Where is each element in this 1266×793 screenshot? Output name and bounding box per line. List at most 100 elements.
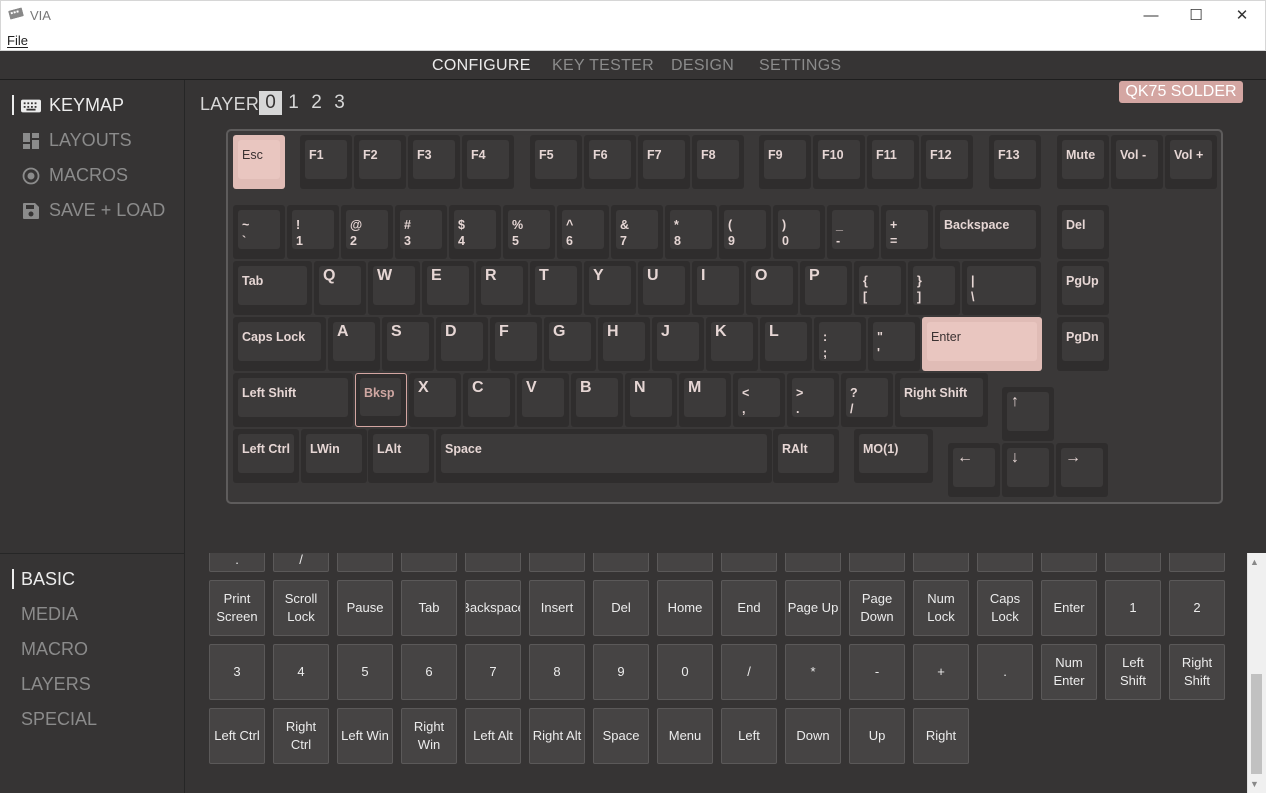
keycode-button[interactable]: Left bbox=[721, 708, 777, 764]
key-x[interactable]: X bbox=[409, 373, 461, 427]
keycode-button[interactable]: Down bbox=[785, 708, 841, 764]
keycode-button[interactable]: 9 bbox=[593, 644, 649, 700]
key-3[interactable]: # 3 bbox=[395, 205, 447, 259]
key-f8[interactable]: F8 bbox=[692, 135, 744, 189]
keycode-button[interactable] bbox=[1169, 553, 1225, 572]
key-bksp[interactable]: Bksp bbox=[355, 373, 407, 427]
sidebar-item-macros[interactable]: MACROS bbox=[21, 165, 128, 186]
keycode-button[interactable]: Left Ctrl bbox=[209, 708, 265, 764]
keycode-button[interactable]: Backspace bbox=[465, 580, 521, 636]
key-f1[interactable]: F1 bbox=[300, 135, 352, 189]
key-sym-44[interactable]: } ] bbox=[908, 261, 960, 315]
key-backspace[interactable]: Backspace bbox=[935, 205, 1041, 259]
key-vol[interactable]: Vol + bbox=[1165, 135, 1217, 189]
keycode-button[interactable]: 3 bbox=[209, 644, 265, 700]
key-f12[interactable]: F12 bbox=[921, 135, 973, 189]
scroll-down-arrow-icon[interactable]: ▼ bbox=[1250, 779, 1259, 789]
keycode-button[interactable]: Left Alt bbox=[465, 708, 521, 764]
keycode-button[interactable]: / bbox=[721, 644, 777, 700]
key-left-ctrl[interactable]: Left Ctrl bbox=[233, 429, 299, 483]
keycode-button[interactable]: * bbox=[785, 644, 841, 700]
keycode-button[interactable]: / bbox=[273, 553, 329, 572]
key-t[interactable]: T bbox=[530, 261, 582, 315]
key-f3[interactable]: F3 bbox=[408, 135, 460, 189]
keycode-button[interactable]: 4 bbox=[273, 644, 329, 700]
keycode-button[interactable] bbox=[337, 553, 393, 572]
key-f13[interactable]: F13 bbox=[989, 135, 1041, 189]
key-l[interactable]: L bbox=[760, 317, 812, 371]
keycode-button[interactable]: 6 bbox=[401, 644, 457, 700]
category-macro[interactable]: MACRO bbox=[21, 639, 88, 660]
keycode-button[interactable]: Enter bbox=[1041, 580, 1097, 636]
key-f[interactable]: F bbox=[490, 317, 542, 371]
keycode-button[interactable] bbox=[593, 553, 649, 572]
layer-0-button[interactable]: 0 bbox=[259, 91, 282, 115]
minimize-button[interactable]: — bbox=[1128, 0, 1174, 30]
key-g[interactable]: G bbox=[544, 317, 596, 371]
keycode-button[interactable] bbox=[721, 553, 777, 572]
key-d[interactable]: D bbox=[436, 317, 488, 371]
maximize-button[interactable]: ☐ bbox=[1173, 0, 1219, 30]
keycode-button[interactable]: Left Win bbox=[337, 708, 393, 764]
key-sym-80[interactable]: ← bbox=[948, 443, 1000, 497]
keycode-button[interactable]: Page Up bbox=[785, 580, 841, 636]
keycode-button[interactable]: + bbox=[913, 644, 969, 700]
keycode-button[interactable] bbox=[977, 553, 1033, 572]
key-f4[interactable]: F4 bbox=[462, 135, 514, 189]
key-o[interactable]: O bbox=[746, 261, 798, 315]
keycode-button[interactable]: Caps Lock bbox=[977, 580, 1033, 636]
keycode-button[interactable]: . bbox=[209, 553, 265, 572]
key-sym-73[interactable]: ↑ bbox=[1002, 387, 1054, 441]
key-h[interactable]: H bbox=[598, 317, 650, 371]
keycode-button[interactable] bbox=[657, 553, 713, 572]
layer-1-button[interactable]: 1 bbox=[282, 91, 305, 115]
key-5[interactable]: % 5 bbox=[503, 205, 555, 259]
layer-2-button[interactable]: 2 bbox=[305, 91, 328, 115]
key-f2[interactable]: F2 bbox=[354, 135, 406, 189]
key-space[interactable]: Space bbox=[436, 429, 772, 483]
key-8[interactable]: * 8 bbox=[665, 205, 717, 259]
key-v[interactable]: V bbox=[517, 373, 569, 427]
key-sym-28[interactable]: _ - bbox=[827, 205, 879, 259]
keycode-button[interactable]: Del bbox=[593, 580, 649, 636]
tab-settings[interactable]: SETTINGS bbox=[759, 57, 841, 75]
key-tab[interactable]: Tab bbox=[233, 261, 312, 315]
key-f7[interactable]: F7 bbox=[638, 135, 690, 189]
key-sym-69[interactable]: < , bbox=[733, 373, 785, 427]
key-y[interactable]: Y bbox=[584, 261, 636, 315]
keycode-button[interactable] bbox=[849, 553, 905, 572]
keycode-button[interactable] bbox=[1105, 553, 1161, 572]
key-caps-lock[interactable]: Caps Lock bbox=[233, 317, 326, 371]
category-special[interactable]: SPECIAL bbox=[21, 709, 97, 730]
keycode-button[interactable]: Up bbox=[849, 708, 905, 764]
keycode-button[interactable] bbox=[401, 553, 457, 572]
key-sym-57[interactable]: : ; bbox=[814, 317, 866, 371]
key-9[interactable]: ( 9 bbox=[719, 205, 771, 259]
key-m[interactable]: M bbox=[679, 373, 731, 427]
key-p[interactable]: P bbox=[800, 261, 852, 315]
keycode-button[interactable]: Num Enter bbox=[1041, 644, 1097, 700]
keycode-button[interactable]: Home bbox=[657, 580, 713, 636]
tab-key-tester[interactable]: KEY TESTER bbox=[552, 57, 654, 75]
key-u[interactable]: U bbox=[638, 261, 690, 315]
key-b[interactable]: B bbox=[571, 373, 623, 427]
keycode-button[interactable]: Scroll Lock bbox=[273, 580, 329, 636]
key-c[interactable]: C bbox=[463, 373, 515, 427]
close-button[interactable]: ✕ bbox=[1219, 0, 1265, 30]
category-media[interactable]: MEDIA bbox=[21, 604, 78, 625]
keycode-button[interactable] bbox=[1041, 553, 1097, 572]
key-vol[interactable]: Vol - bbox=[1111, 135, 1163, 189]
key-0[interactable]: ) 0 bbox=[773, 205, 825, 259]
key-pgdn[interactable]: PgDn bbox=[1057, 317, 1109, 371]
key-e[interactable]: E bbox=[422, 261, 474, 315]
key-sym-71[interactable]: ? / bbox=[841, 373, 893, 427]
key-esc[interactable]: Esc bbox=[233, 135, 285, 189]
keycode-button[interactable]: Print Screen bbox=[209, 580, 265, 636]
key-sym-43[interactable]: { [ bbox=[854, 261, 906, 315]
keycode-button[interactable]: 2 bbox=[1169, 580, 1225, 636]
keycode-button[interactable]: Right Win bbox=[401, 708, 457, 764]
keycode-button[interactable] bbox=[913, 553, 969, 572]
key-a[interactable]: A bbox=[328, 317, 380, 371]
key-sym-45[interactable]: | \ bbox=[962, 261, 1041, 315]
layer-3-button[interactable]: 3 bbox=[328, 91, 351, 115]
